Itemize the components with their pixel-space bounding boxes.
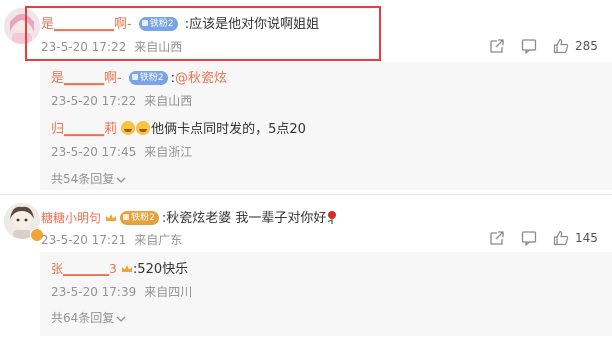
like-button[interactable]: 285 — [553, 38, 598, 54]
comment-meta: 23-5-20 17:21 来自广东 — [41, 231, 182, 248]
reply-text: :520快乐 — [132, 262, 189, 277]
badge-icon — [141, 20, 148, 26]
reply-username[interactable]: 张▁▁▁▁▁3 — [51, 262, 117, 276]
emoji-icon — [136, 121, 151, 135]
reply-username[interactable]: 是▁▁▁▁啊- — [51, 71, 122, 86]
location: 来自山西 — [144, 94, 193, 108]
share-icon — [490, 231, 504, 245]
fan-badge[interactable]: 铁粉2 — [120, 211, 159, 225]
location: 来自浙江 — [144, 145, 193, 159]
timestamp: 23-5-20 17:21 — [41, 233, 127, 247]
badge-label: 铁粉2 — [139, 73, 164, 83]
badge-icon — [123, 214, 130, 220]
timestamp: 23-5-20 17:22 — [41, 40, 127, 54]
reply-text: 他俩卡点同时发的，5点20 — [151, 122, 306, 137]
comment-header: 是▁▁▁▁▁▁啊- 铁粉2 :应该是他对你说啊姐姐 — [41, 13, 319, 32]
timestamp: 23-5-20 17:39 — [51, 285, 137, 299]
mention-link[interactable]: @秋瓷炫 — [175, 71, 227, 86]
username[interactable]: 糖糖小明句 — [41, 211, 101, 225]
fan-badge[interactable]: 铁粉2 — [128, 71, 168, 85]
share-icon — [490, 39, 504, 53]
crown-icon — [121, 265, 132, 272]
comment-meta: 23-5-20 17:22 来自山西 — [41, 38, 182, 55]
reply-meta: 23-5-20 17:39 来自四川 — [51, 283, 192, 300]
badge-label: 铁粉2 — [149, 19, 174, 29]
comment-header: 糖糖小明句 铁粉2 :秋瓷炫老婆 我一辈子对你好 — [41, 207, 338, 226]
expand-replies-link[interactable]: 共54条回复 — [51, 170, 126, 187]
reply-header: 是▁▁▁▁啊- 铁粉2:@秋瓷炫 — [51, 67, 227, 86]
timestamp: 23-5-20 17:22 — [51, 94, 137, 108]
thumbs-up-icon — [553, 38, 569, 54]
like-count: 145 — [575, 231, 598, 245]
comment-text: :秋瓷炫老婆 我一辈子对你好 — [161, 211, 327, 226]
expand-replies-link[interactable]: 共64条回复 — [51, 309, 126, 326]
comment-button[interactable] — [521, 230, 537, 246]
location: 来自广东 — [134, 233, 183, 247]
badge-label: 铁粉2 — [131, 213, 155, 223]
divider — [0, 194, 612, 195]
share-button[interactable] — [489, 38, 505, 54]
reply-meta: 23-5-20 17:45 来自浙江 — [51, 143, 192, 160]
badge-icon — [131, 74, 138, 80]
like-button[interactable]: 145 — [553, 230, 598, 246]
reply-meta: 23-5-20 17:22 来自山西 — [51, 92, 192, 109]
reply-header: 归▁▁▁▁莉 他俩卡点同时发的，5点20 — [51, 118, 306, 137]
comment-icon — [521, 231, 537, 246]
emoji-icon — [121, 121, 136, 135]
expand-replies-label: 共64条回复 — [51, 311, 115, 325]
username[interactable]: 是▁▁▁▁▁▁啊- — [41, 17, 132, 32]
comment-icon — [521, 39, 537, 54]
timestamp: 23-5-20 17:45 — [51, 145, 137, 159]
fan-badge[interactable]: 铁粉2 — [138, 17, 178, 31]
comment-button[interactable] — [521, 38, 537, 54]
rose-icon — [327, 211, 337, 224]
crown-icon — [106, 214, 117, 221]
like-count: 285 — [575, 39, 598, 53]
thumbs-up-icon — [553, 230, 569, 246]
location: 来自四川 — [144, 285, 193, 299]
expand-replies-label: 共54条回复 — [51, 172, 115, 186]
chevron-down-icon — [116, 312, 126, 326]
reply-username[interactable]: 归▁▁▁▁莉 — [51, 122, 117, 137]
location: 来自山西 — [134, 40, 183, 54]
reply-header: 张▁▁▁▁▁3 :520快乐 — [51, 258, 188, 277]
comment-text: :应该是他对你说啊姐姐 — [184, 17, 320, 32]
share-button[interactable] — [489, 230, 505, 246]
chevron-down-icon — [116, 173, 126, 187]
